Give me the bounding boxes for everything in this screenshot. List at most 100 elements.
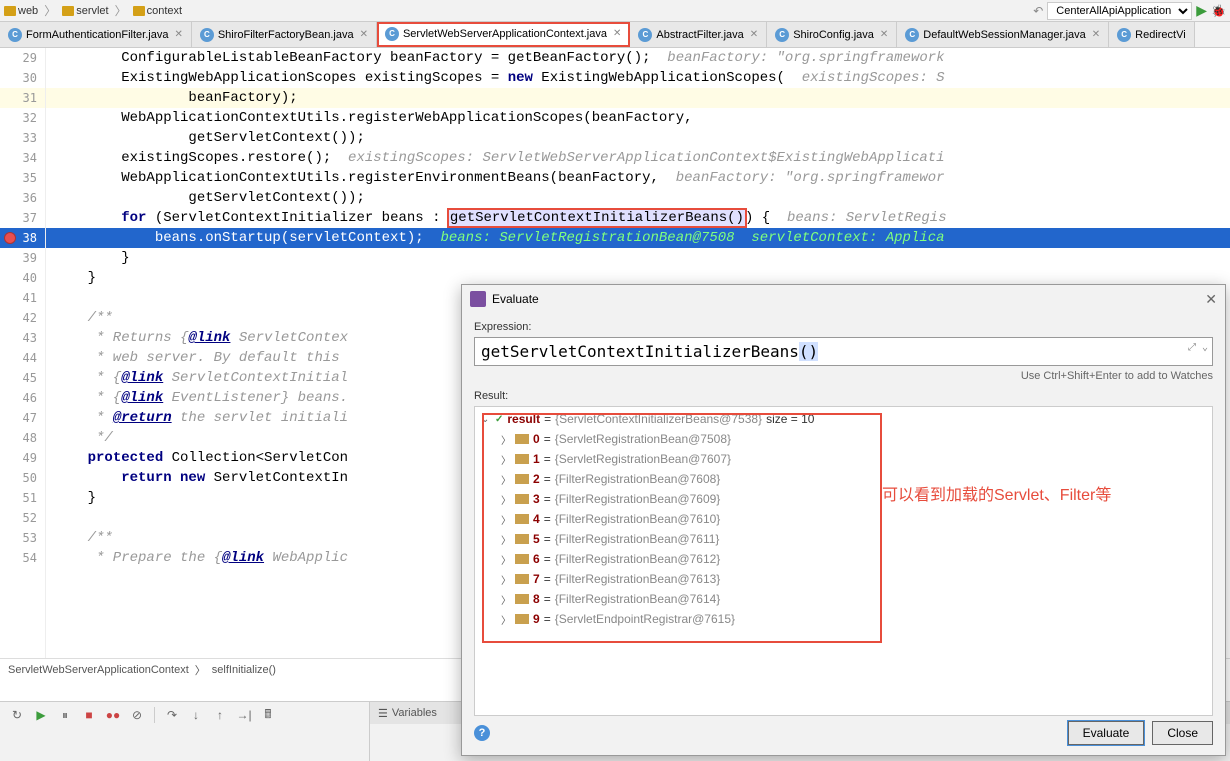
tree-root[interactable]: ⌄ ✓ result = {ServletContextInitializerB… bbox=[477, 409, 1210, 429]
evaluate-icon[interactable]: 🖩 bbox=[259, 706, 277, 724]
chevron-right-icon[interactable]: 〉 bbox=[501, 552, 511, 567]
gutter-line[interactable]: 41 bbox=[0, 288, 45, 308]
step-over-icon[interactable]: ↷ bbox=[163, 706, 181, 724]
gutter-line[interactable]: 50 bbox=[0, 468, 45, 488]
close-icon[interactable]: ✕ bbox=[360, 29, 368, 40]
evaluate-button[interactable]: Evaluate bbox=[1068, 721, 1145, 745]
breadcrumb-class[interactable]: ServletWebServerApplicationContext bbox=[8, 664, 189, 676]
object-icon bbox=[515, 574, 529, 584]
close-button[interactable]: Close bbox=[1152, 721, 1213, 745]
breadcrumb-item[interactable]: context bbox=[133, 5, 182, 17]
back-icon[interactable]: ↶ bbox=[1033, 4, 1043, 18]
gutter-line[interactable]: 30 bbox=[0, 68, 45, 88]
gutter-line[interactable]: 52 bbox=[0, 508, 45, 528]
object-icon bbox=[515, 514, 529, 524]
gutter-line[interactable]: 48 bbox=[0, 428, 45, 448]
breakpoint-icon[interactable] bbox=[4, 232, 16, 244]
close-icon[interactable]: ✕ bbox=[613, 28, 621, 39]
gutter-line[interactable]: 39 bbox=[0, 248, 45, 268]
dialog-titlebar[interactable]: Evaluate ✕ bbox=[462, 285, 1225, 313]
breadcrumb-label: web bbox=[18, 5, 38, 17]
tab-file[interactable]: CAbstractFilter.java✕ bbox=[630, 22, 767, 47]
gutter-line[interactable]: 40 bbox=[0, 268, 45, 288]
breadcrumb-method[interactable]: selfInitialize() bbox=[212, 664, 276, 676]
stop-icon[interactable]: ■ bbox=[80, 706, 98, 724]
gutter-line[interactable]: 36 bbox=[0, 188, 45, 208]
tree-item[interactable]: 〉6 = {FilterRegistrationBean@7612} bbox=[477, 549, 1210, 569]
gutter-line[interactable]: 45 bbox=[0, 368, 45, 388]
gutter-line[interactable]: 51 bbox=[0, 488, 45, 508]
step-out-icon[interactable]: ↑ bbox=[211, 706, 229, 724]
result-tree[interactable]: ⌄ ✓ result = {ServletContextInitializerB… bbox=[474, 406, 1213, 716]
gutter-line[interactable]: 42 bbox=[0, 308, 45, 328]
gutter-line[interactable]: 29 bbox=[0, 48, 45, 68]
chevron-right-icon[interactable]: 〉 bbox=[501, 432, 511, 447]
breadcrumb-item[interactable]: web bbox=[4, 5, 38, 17]
tree-item[interactable]: 〉5 = {FilterRegistrationBean@7611} bbox=[477, 529, 1210, 549]
gutter-line[interactable]: 44 bbox=[0, 348, 45, 368]
chevron-right-icon[interactable]: 〉 bbox=[501, 472, 511, 487]
chevron-right-icon[interactable]: 〉 bbox=[501, 612, 511, 627]
view-breakpoints-icon[interactable]: ●● bbox=[104, 706, 122, 724]
help-icon[interactable]: ? bbox=[474, 725, 490, 741]
gutter-line[interactable]: 53 bbox=[0, 528, 45, 548]
tab-file[interactable]: CShiroConfig.java✕ bbox=[767, 22, 897, 47]
close-icon[interactable]: ✕ bbox=[1205, 291, 1217, 308]
run-to-cursor-icon[interactable]: →| bbox=[235, 706, 253, 724]
gutter-line[interactable]: 37 bbox=[0, 208, 45, 228]
tree-item[interactable]: 〉7 = {FilterRegistrationBean@7613} bbox=[477, 569, 1210, 589]
chevron-right-icon: 〉 bbox=[115, 2, 127, 19]
chevron-right-icon: 〉 bbox=[44, 2, 56, 19]
gutter-line[interactable]: 43 bbox=[0, 328, 45, 348]
debug-toolbar: ↻ ▶ ⏸ ■ ●● ⊘ ↷ ↓ ↑ →| 🖩 bbox=[0, 702, 369, 728]
chevron-down-icon[interactable]: ⌄ bbox=[481, 414, 491, 425]
chevron-right-icon[interactable]: 〉 bbox=[501, 492, 511, 507]
gutter-line[interactable]: 46 bbox=[0, 388, 45, 408]
run-config-select[interactable]: CenterAllApiApplication bbox=[1047, 2, 1192, 20]
evaluate-dialog: Evaluate ✕ Expression: getServletContext… bbox=[461, 284, 1226, 756]
tree-item[interactable]: 〉1 = {ServletRegistrationBean@7607} bbox=[477, 449, 1210, 469]
debug-icon[interactable]: 🐞 bbox=[1211, 4, 1226, 18]
tab-file[interactable]: CFormAuthenticationFilter.java✕ bbox=[0, 22, 192, 47]
breadcrumb-item[interactable]: servlet bbox=[62, 5, 108, 17]
expand-icon[interactable]: ⤢ ⌄ bbox=[1188, 342, 1208, 353]
chevron-right-icon[interactable]: 〉 bbox=[501, 512, 511, 527]
step-into-icon[interactable]: ↓ bbox=[187, 706, 205, 724]
chevron-right-icon[interactable]: 〉 bbox=[501, 532, 511, 547]
chevron-right-icon[interactable]: 〉 bbox=[501, 452, 511, 467]
close-icon[interactable]: ✕ bbox=[750, 29, 758, 40]
gutter-line[interactable]: 34 bbox=[0, 148, 45, 168]
tree-item[interactable]: 〉0 = {ServletRegistrationBean@7508} bbox=[477, 429, 1210, 449]
java-class-icon: C bbox=[638, 28, 652, 42]
rerun-icon[interactable]: ↻ bbox=[8, 706, 26, 724]
tree-item[interactable]: 〉4 = {FilterRegistrationBean@7610} bbox=[477, 509, 1210, 529]
mute-breakpoints-icon[interactable]: ⊘ bbox=[128, 706, 146, 724]
folder-icon bbox=[62, 6, 74, 16]
gutter-line[interactable]: 31 bbox=[0, 88, 45, 108]
tab-file[interactable]: CShiroFilterFactoryBean.java✕ bbox=[192, 22, 377, 47]
chevron-right-icon[interactable]: 〉 bbox=[501, 572, 511, 587]
gutter-line[interactable]: 38 bbox=[0, 228, 45, 248]
chevron-right-icon[interactable]: 〉 bbox=[501, 592, 511, 607]
gutter-line[interactable]: 33 bbox=[0, 128, 45, 148]
tab-label: FormAuthenticationFilter.java bbox=[26, 29, 168, 41]
gutter-line[interactable]: 49 bbox=[0, 448, 45, 468]
gutter-line[interactable]: 54 bbox=[0, 548, 45, 568]
close-icon[interactable]: ✕ bbox=[174, 29, 182, 40]
object-icon bbox=[515, 614, 529, 624]
pause-icon[interactable]: ⏸ bbox=[56, 706, 74, 724]
gutter-line[interactable]: 47 bbox=[0, 408, 45, 428]
tab-file-active[interactable]: CServletWebServerApplicationContext.java… bbox=[377, 22, 630, 47]
expression-input[interactable]: getServletContextInitializerBeans()⤢ ⌄ bbox=[474, 337, 1213, 366]
gutter-line[interactable]: 32 bbox=[0, 108, 45, 128]
close-icon[interactable]: ✕ bbox=[880, 29, 888, 40]
tab-file[interactable]: CRedirectVi bbox=[1109, 22, 1195, 47]
resume-icon[interactable]: ▶ bbox=[32, 706, 50, 724]
run-icon[interactable]: ▶ bbox=[1196, 2, 1207, 19]
object-icon bbox=[515, 494, 529, 504]
tree-item[interactable]: 〉8 = {FilterRegistrationBean@7614} bbox=[477, 589, 1210, 609]
tab-file[interactable]: CDefaultWebSessionManager.java✕ bbox=[897, 22, 1109, 47]
tree-item[interactable]: 〉9 = {ServletEndpointRegistrar@7615} bbox=[477, 609, 1210, 629]
gutter-line[interactable]: 35 bbox=[0, 168, 45, 188]
close-icon[interactable]: ✕ bbox=[1092, 29, 1100, 40]
